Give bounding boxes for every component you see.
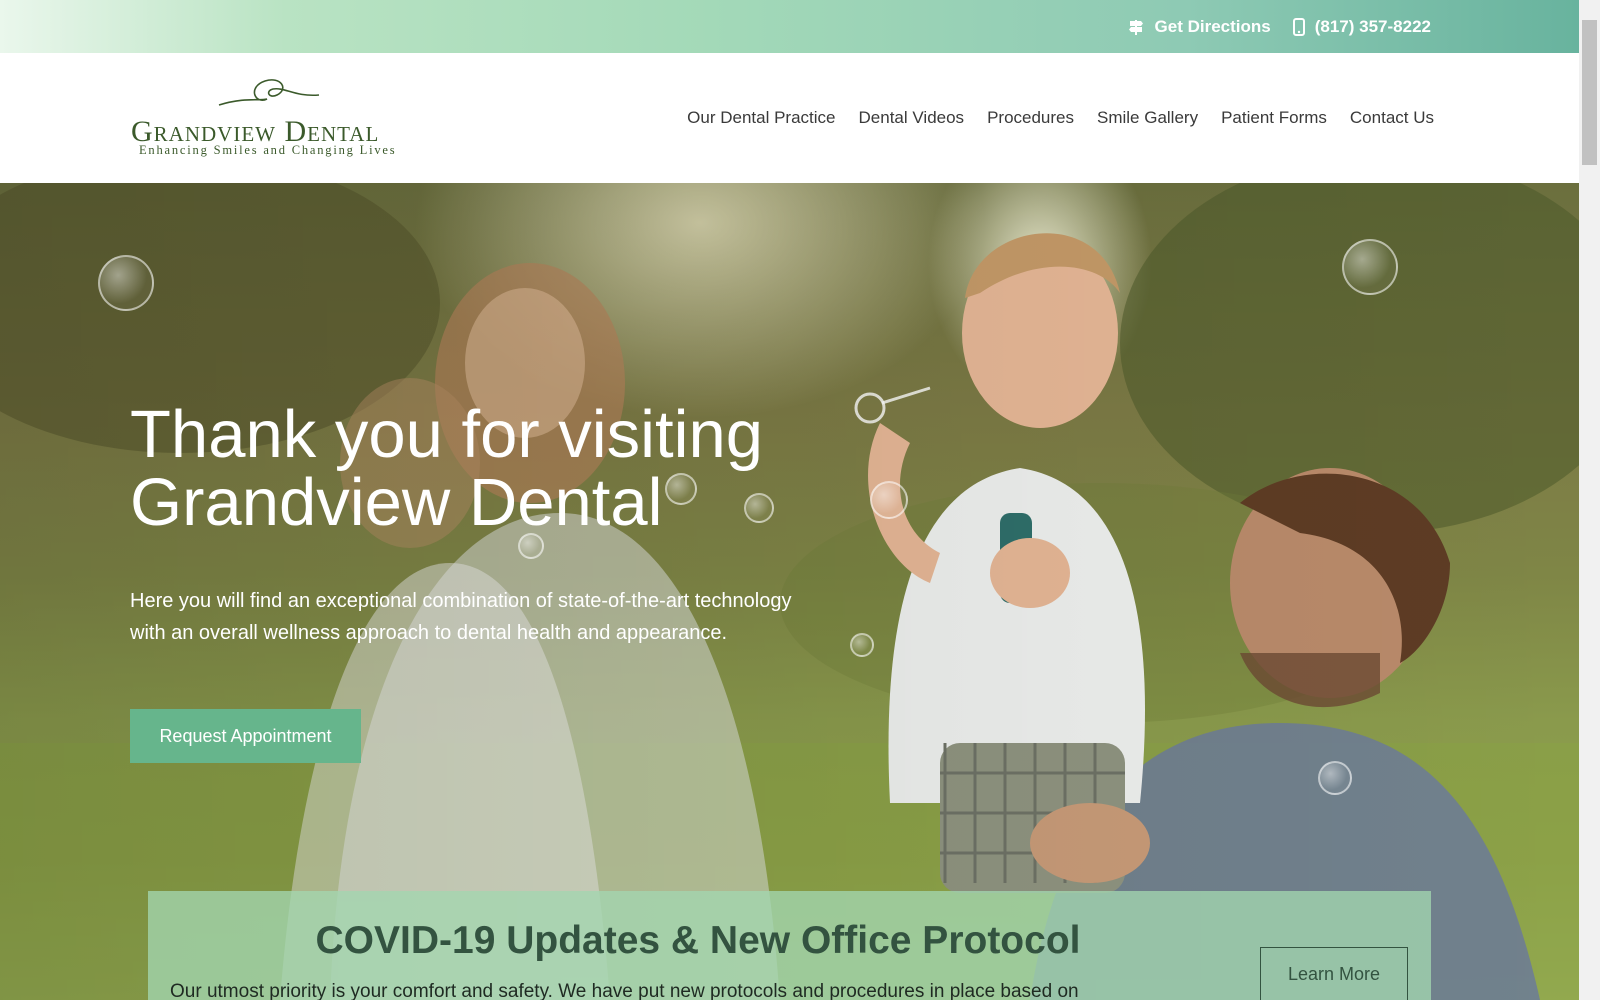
site-header: Grandview Dental Enhancing Smiles and Ch… [0,53,1579,183]
nav-item-our-dental-practice[interactable]: Our Dental Practice [687,108,835,128]
phone-link[interactable]: (817) 357-8222 [1292,16,1431,37]
hero-title: Thank you for visiting Grandview Dental [130,401,930,537]
bubble-decoration [1318,761,1352,795]
hero-title-line-1: Thank you for visiting [130,397,764,472]
site-logo[interactable]: Grandview Dental Enhancing Smiles and Ch… [131,75,413,159]
hero-description-line-1: Here you will find an exceptional combin… [130,590,792,612]
hero-section: Thank you for visiting Grandview Dental … [0,183,1579,1000]
logo-swirl-icon [218,79,320,106]
get-directions-label: Get Directions [1154,16,1271,36]
covid-title: COVID-19 Updates & New Office Protocol [315,919,1081,962]
bubble-decoration [98,255,154,311]
nav-item-smile-gallery[interactable]: Smile Gallery [1097,108,1198,128]
covid-banner: COVID-19 Updates & New Office Protocol O… [148,891,1431,1000]
get-directions-link[interactable]: Get Directions [1127,17,1271,37]
hero-description-line-2: with an overall wellness approach to den… [130,622,728,644]
mobile-phone-icon [1292,17,1305,36]
nav-item-procedures[interactable]: Procedures [987,108,1074,128]
learn-more-button[interactable]: Learn More [1260,947,1408,1000]
hero-title-line-2: Grandview Dental [130,465,663,540]
hero-description: Here you will find an exceptional combin… [130,585,830,649]
request-appointment-button[interactable]: Request Appointment [130,709,361,763]
page: Get Directions (817) 357-8222 Grandview … [0,0,1600,1000]
signpost-icon [1127,18,1145,36]
scrollbar-thumb[interactable] [1582,20,1597,165]
top-utility-bar: Get Directions (817) 357-8222 [0,0,1579,53]
nav-item-patient-forms[interactable]: Patient Forms [1221,108,1327,128]
phone-number: (817) 357-8222 [1314,16,1431,36]
covid-text: Our utmost priority is your comfort and … [170,981,1079,1000]
page-scrollbar[interactable] [1579,0,1600,1000]
nav-item-contact-us[interactable]: Contact Us [1350,108,1434,128]
logo-tagline: Enhancing Smiles and Changing Lives [139,143,397,157]
bubble-decoration [1342,239,1398,295]
main-nav: Our Dental Practice Dental Videos Proced… [687,53,1434,183]
bubble-decoration [850,633,874,657]
nav-item-dental-videos[interactable]: Dental Videos [859,108,965,128]
